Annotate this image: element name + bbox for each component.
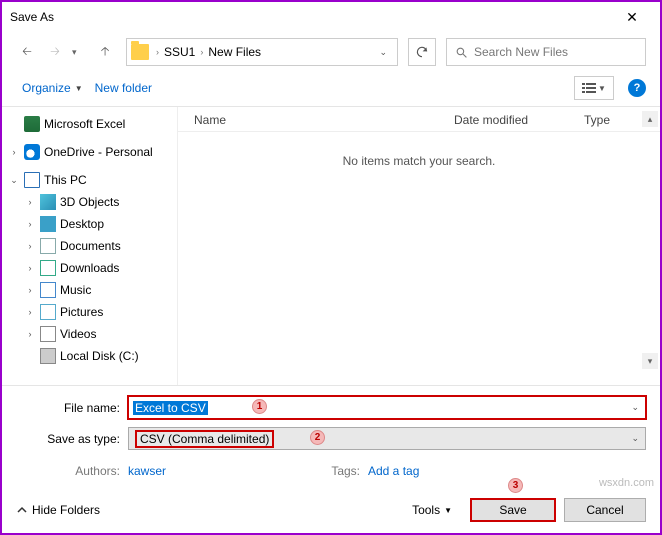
folder-icon: [131, 44, 149, 60]
saveastype-label: Save as type:: [16, 432, 128, 446]
annotation-badge-1: 1: [252, 399, 267, 414]
downloads-icon: [40, 260, 56, 276]
sidebar-item-videos[interactable]: ›Videos: [6, 323, 177, 345]
help-icon[interactable]: ?: [628, 79, 646, 97]
window-title: Save As: [10, 10, 612, 24]
desktop-icon: [40, 216, 56, 232]
sidebar-item-thispc[interactable]: ⌄This PC: [6, 169, 177, 191]
authors-value[interactable]: kawser: [128, 464, 308, 478]
save-button[interactable]: Save: [470, 498, 556, 522]
sidebar-item-documents[interactable]: ›Documents: [6, 235, 177, 257]
view-options-button[interactable]: ▼: [574, 76, 614, 100]
authors-label: Authors:: [16, 464, 128, 478]
up-button[interactable]: 🡡: [94, 41, 116, 63]
documents-icon: [40, 238, 56, 254]
watermark: wsxdn.com: [599, 477, 654, 489]
excel-icon: [24, 116, 40, 132]
sidebar-item-3dobjects[interactable]: ›3D Objects: [6, 191, 177, 213]
scrollbar[interactable]: ▴ ▾: [642, 111, 658, 369]
recent-locations-icon[interactable]: ▾: [72, 49, 88, 56]
refresh-button[interactable]: [408, 38, 436, 66]
annotation-badge-3: 3: [508, 478, 523, 493]
pc-icon: [24, 172, 40, 188]
videos-icon: [40, 326, 56, 342]
scroll-up-icon[interactable]: ▴: [642, 111, 658, 127]
breadcrumb[interactable]: › SSU1 › New Files ⌄: [126, 38, 398, 66]
chevron-down-icon[interactable]: ⌄: [631, 433, 639, 444]
forward-button: 🡢: [44, 41, 66, 63]
chevron-right-icon[interactable]: ›: [197, 47, 206, 57]
saveastype-value: CSV (Comma delimited): [135, 430, 274, 448]
sidebar-item-desktop[interactable]: ›Desktop: [6, 213, 177, 235]
saveastype-select[interactable]: CSV (Comma delimited) ⌄: [128, 427, 646, 450]
empty-message: No items match your search.: [178, 132, 660, 190]
back-button[interactable]: 🡠: [16, 41, 38, 63]
chevron-down-icon[interactable]: ⌄: [631, 402, 639, 413]
chevron-up-icon: [16, 504, 28, 516]
filename-value: Excel to CSV: [133, 401, 208, 415]
search-input[interactable]: Search New Files: [446, 38, 646, 66]
search-placeholder: Search New Files: [474, 45, 568, 59]
tools-button[interactable]: Tools▼: [412, 503, 452, 517]
sidebar: ›Microsoft Excel ›OneDrive - Personal ⌄T…: [2, 107, 177, 385]
organize-button[interactable]: Organize▼: [16, 77, 89, 99]
chevron-down-icon[interactable]: ⌄: [373, 47, 393, 58]
sidebar-item-onedrive[interactable]: ›OneDrive - Personal: [6, 141, 177, 163]
sidebar-item-downloads[interactable]: ›Downloads: [6, 257, 177, 279]
breadcrumb-seg-2[interactable]: New Files: [208, 45, 261, 59]
annotation-badge-2: 2: [310, 430, 325, 445]
cancel-button[interactable]: Cancel: [564, 498, 646, 522]
sidebar-item-localdisk[interactable]: ›Local Disk (C:): [6, 345, 177, 367]
column-date[interactable]: Date modified: [454, 113, 584, 127]
chevron-right-icon[interactable]: ›: [153, 47, 162, 57]
column-name[interactable]: Name: [194, 113, 454, 127]
filename-label: File name:: [16, 401, 128, 415]
sidebar-item-excel[interactable]: ›Microsoft Excel: [6, 113, 177, 135]
filename-input[interactable]: Excel to CSV ⌄: [128, 396, 646, 419]
onedrive-icon: [24, 144, 40, 160]
tags-label: Tags:: [308, 464, 368, 478]
sidebar-item-pictures[interactable]: ›Pictures: [6, 301, 177, 323]
column-type[interactable]: Type: [584, 113, 644, 127]
objects3d-icon: [40, 194, 56, 210]
tags-value[interactable]: Add a tag: [368, 464, 548, 478]
pictures-icon: [40, 304, 56, 320]
close-icon[interactable]: ✕: [612, 9, 652, 26]
search-icon: [455, 46, 468, 59]
new-folder-button[interactable]: New folder: [89, 77, 158, 99]
breadcrumb-seg-1[interactable]: SSU1: [164, 45, 195, 59]
hide-folders-button[interactable]: Hide Folders: [16, 503, 100, 517]
scroll-down-icon[interactable]: ▾: [642, 353, 658, 369]
sidebar-item-music[interactable]: ›Music: [6, 279, 177, 301]
music-icon: [40, 282, 56, 298]
disk-icon: [40, 348, 56, 364]
